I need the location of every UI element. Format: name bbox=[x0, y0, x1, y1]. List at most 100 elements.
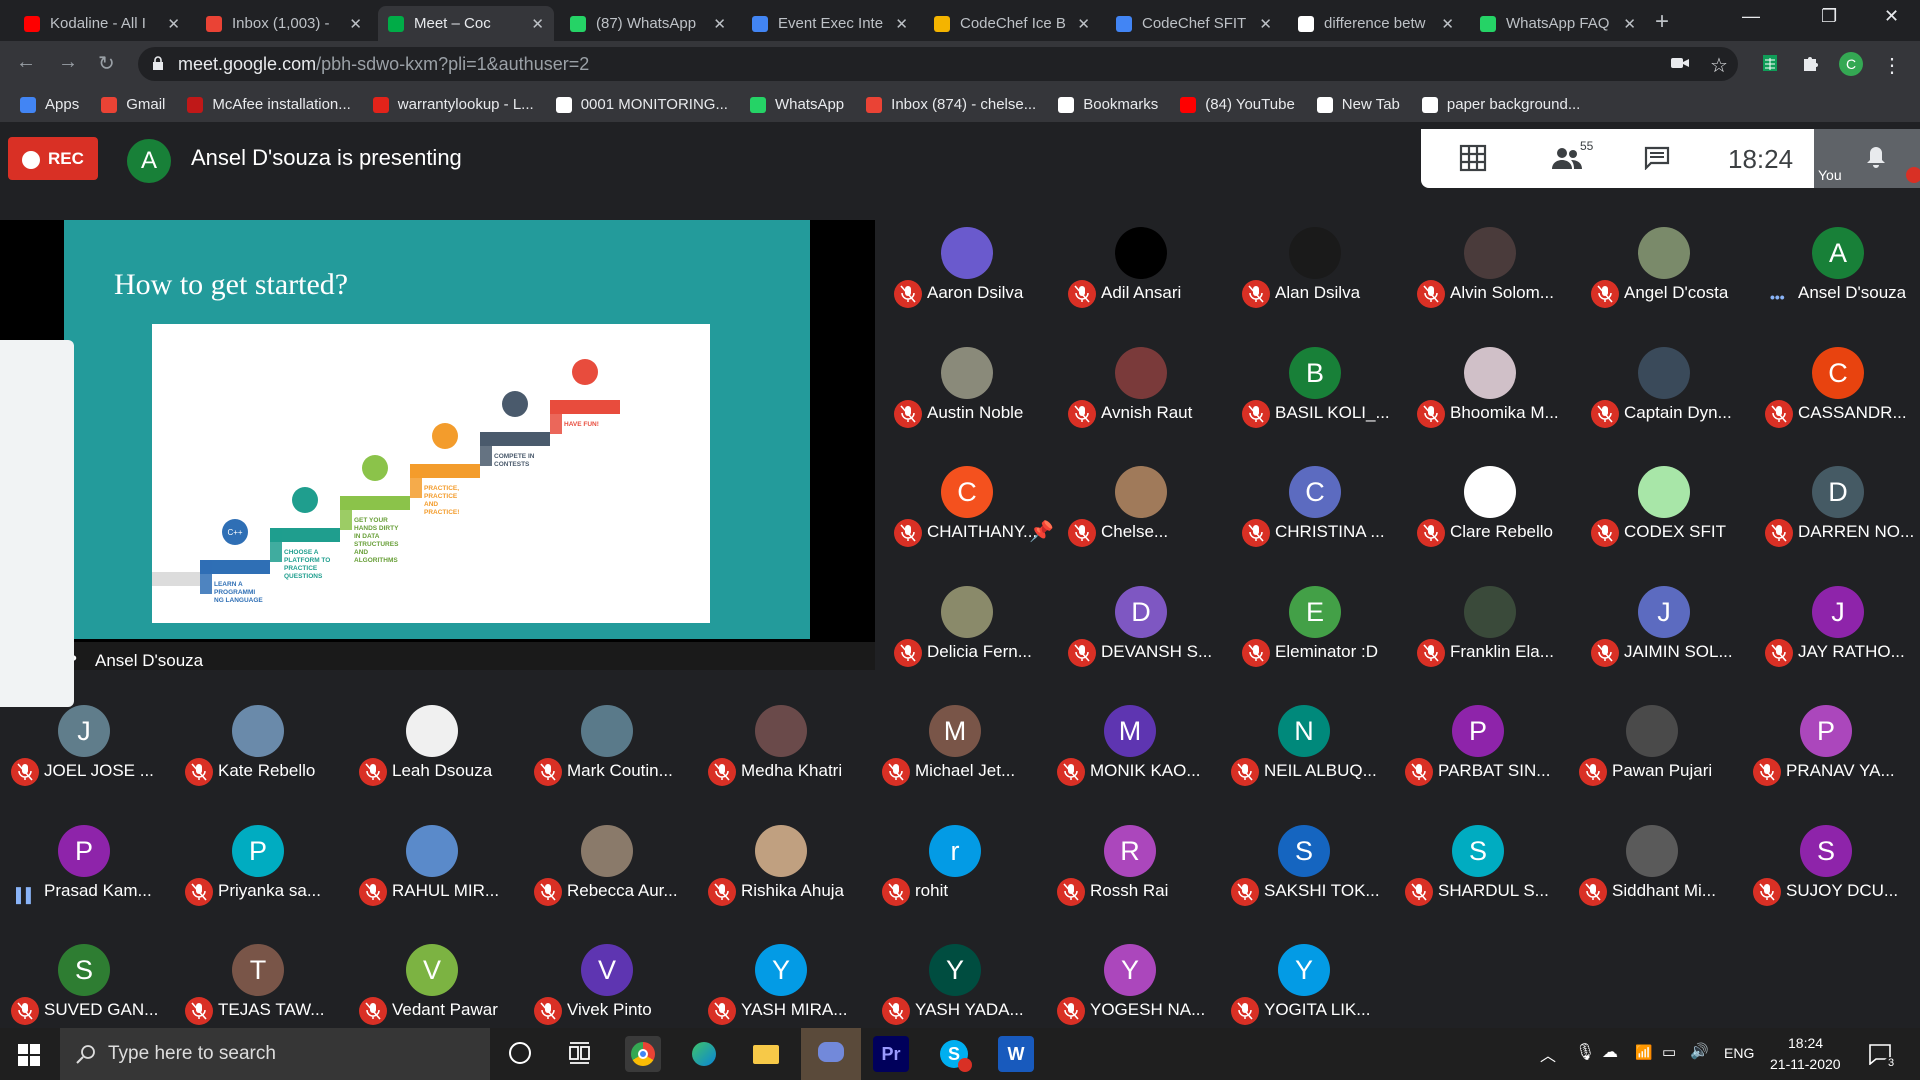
participant-tile[interactable]: Pawan Pujari bbox=[1568, 700, 1736, 808]
close-tab-icon[interactable]: ✕ bbox=[349, 15, 362, 33]
browser-tab[interactable]: CodeChef Ice B ✕ bbox=[924, 6, 1100, 41]
browser-tab[interactable]: Event Exec Inte ✕ bbox=[742, 6, 918, 41]
taskbar-date[interactable]: 21-11-2020 bbox=[1770, 1056, 1841, 1072]
participant-tile[interactable]: Rishika Ahuja bbox=[697, 820, 865, 928]
participant-tile[interactable]: Delicia Fern... bbox=[883, 581, 1051, 689]
premiere-taskbar-icon[interactable]: Pr bbox=[873, 1036, 909, 1072]
bookmark-item[interactable]: Apps bbox=[20, 96, 79, 113]
participant-tile[interactable]: J JAY RATHO... bbox=[1754, 581, 1920, 689]
close-tab-icon[interactable]: ✕ bbox=[895, 15, 908, 33]
presentation-tile[interactable]: How to get started? C++ LEARN A PROGRAMMI N… bbox=[0, 220, 875, 670]
bookmark-item[interactable]: McAfee installation... bbox=[187, 96, 351, 113]
task-view-icon[interactable] bbox=[568, 1042, 592, 1064]
close-tab-icon[interactable]: ✕ bbox=[531, 15, 544, 33]
bookmark-star-icon[interactable]: ☆ bbox=[1710, 53, 1730, 77]
profile-avatar[interactable]: C bbox=[1839, 52, 1863, 76]
participant-tile[interactable]: Mark Coutin... bbox=[523, 700, 691, 808]
participant-tile[interactable]: P ▌▌ Prasad Kam... bbox=[0, 820, 168, 928]
bookmark-item[interactable]: (84) YouTube bbox=[1180, 96, 1295, 113]
volume-icon[interactable]: 🔊 bbox=[1690, 1042, 1709, 1060]
sheets-extension-icon[interactable] bbox=[1760, 53, 1780, 73]
new-tab-button[interactable]: + bbox=[1655, 8, 1669, 36]
close-tab-icon[interactable]: ✕ bbox=[713, 15, 726, 33]
participant-tile[interactable]: N NEIL ALBUQ... bbox=[1220, 700, 1388, 808]
participant-tile[interactable]: Siddhant Mi... bbox=[1568, 820, 1736, 928]
participant-tile[interactable]: Leah Dsouza bbox=[348, 700, 516, 808]
participant-tile[interactable]: S SAKSHI TOK... bbox=[1220, 820, 1388, 928]
participant-tile[interactable]: C CHRISTINA ... bbox=[1231, 461, 1399, 569]
layout-grid-icon[interactable] bbox=[1459, 144, 1487, 172]
windows-start-icon[interactable] bbox=[18, 1044, 40, 1066]
close-tab-icon[interactable]: ✕ bbox=[1623, 15, 1636, 33]
wifi-icon[interactable]: 📶 bbox=[1635, 1044, 1652, 1061]
participant-tile[interactable]: Angel D'costa bbox=[1580, 222, 1748, 330]
extensions-puzzle-icon[interactable] bbox=[1800, 53, 1820, 73]
pin-icon[interactable]: 📌 bbox=[1029, 519, 1054, 544]
battery-icon[interactable]: ▭ bbox=[1662, 1043, 1676, 1061]
participant-tile[interactable]: J JAIMIN SOL... bbox=[1580, 581, 1748, 689]
participant-tile[interactable]: Adil Ansari bbox=[1057, 222, 1225, 330]
participant-tile[interactable]: B BASIL KOLI_... bbox=[1231, 342, 1399, 450]
close-window-button[interactable]: ✕ bbox=[1884, 6, 1899, 27]
bookmark-item[interactable]: New Tab bbox=[1316, 96, 1400, 113]
chat-icon[interactable] bbox=[1644, 146, 1670, 170]
browser-tab[interactable]: Kodaline - All I ✕ bbox=[14, 6, 190, 41]
mic-tray-icon[interactable]: 🎙 bbox=[1575, 1042, 1595, 1062]
minimize-button[interactable]: — bbox=[1742, 6, 1760, 27]
participant-tile[interactable]: P Priyanka sa... bbox=[174, 820, 342, 928]
language-indicator[interactable]: ENG bbox=[1724, 1045, 1754, 1061]
participant-tile[interactable]: Bhoomika M... bbox=[1406, 342, 1574, 450]
browser-tab[interactable]: difference betw ✕ bbox=[1288, 6, 1464, 41]
browser-tab[interactable]: WhatsApp FAQ ✕ bbox=[1470, 6, 1646, 41]
close-tab-icon[interactable]: ✕ bbox=[1259, 15, 1272, 33]
close-tab-icon[interactable]: ✕ bbox=[1441, 15, 1454, 33]
camera-blocked-icon[interactable] bbox=[1670, 53, 1690, 73]
participant-tile[interactable]: Captain Dyn... bbox=[1580, 342, 1748, 450]
maximize-button[interactable]: ❐ bbox=[1821, 6, 1837, 27]
participant-tile[interactable]: R Rossh Rai bbox=[1046, 820, 1214, 928]
bookmark-item[interactable]: WhatsApp bbox=[749, 96, 844, 113]
participant-tile[interactable]: S SHARDUL S... bbox=[1394, 820, 1562, 928]
participant-tile[interactable]: CODEX SFIT bbox=[1580, 461, 1748, 569]
bookmark-item[interactable]: warrantylookup - L... bbox=[372, 96, 534, 113]
participant-tile[interactable]: Rebecca Aur... bbox=[523, 820, 691, 928]
participant-tile[interactable]: C CHAITHANY... bbox=[883, 461, 1051, 569]
side-panel-collapsed[interactable] bbox=[0, 340, 74, 707]
browser-tab[interactable]: Meet – Coc ✕ bbox=[378, 6, 554, 41]
browser-tab[interactable]: CodeChef SFIT ✕ bbox=[1106, 6, 1282, 41]
onedrive-cloud-icon[interactable]: ☁ bbox=[1602, 1042, 1618, 1062]
bookmark-item[interactable]: 0001 MONITORING... bbox=[555, 96, 728, 113]
participant-tile[interactable]: Aaron Dsilva bbox=[883, 222, 1051, 330]
people-icon[interactable] bbox=[1551, 145, 1583, 171]
participant-tile[interactable]: Clare Rebello bbox=[1406, 461, 1574, 569]
bookmark-item[interactable]: Inbox (874) - chelse... bbox=[866, 96, 1036, 113]
participant-tile[interactable]: r rohit bbox=[871, 820, 1039, 928]
participant-tile[interactable]: Medha Khatri bbox=[697, 700, 865, 808]
cortana-icon[interactable] bbox=[509, 1042, 531, 1064]
participant-tile[interactable]: E Eleminator :D bbox=[1231, 581, 1399, 689]
back-button[interactable]: ← bbox=[16, 51, 36, 74]
browser-tab[interactable]: (87) WhatsApp ✕ bbox=[560, 6, 736, 41]
bookmark-item[interactable]: Gmail bbox=[101, 96, 165, 113]
forward-button[interactable]: → bbox=[58, 51, 78, 74]
close-tab-icon[interactable]: ✕ bbox=[167, 15, 180, 33]
bookmark-item[interactable]: paper background... bbox=[1421, 96, 1580, 113]
skype-taskbar-icon[interactable]: S bbox=[936, 1036, 972, 1072]
participant-tile[interactable]: Kate Rebello bbox=[174, 700, 342, 808]
file-explorer-taskbar-icon[interactable] bbox=[748, 1036, 784, 1072]
participant-tile[interactable]: 📌 Chelse... bbox=[1029, 461, 1225, 569]
participant-tile[interactable]: M MONIK KAO... bbox=[1046, 700, 1214, 808]
participant-tile[interactable]: J JOEL JOSE ... bbox=[0, 700, 168, 808]
participant-tile[interactable]: Avnish Raut bbox=[1057, 342, 1225, 450]
participant-tile[interactable]: Alvin Solom... bbox=[1406, 222, 1574, 330]
participant-tile[interactable]: RAHUL MIR... bbox=[348, 820, 516, 928]
taskbar-search[interactable]: Type here to search bbox=[60, 1028, 490, 1080]
menu-kebab-icon[interactable]: ⋮ bbox=[1882, 53, 1902, 77]
participant-tile[interactable]: C CASSANDR... bbox=[1754, 342, 1920, 450]
participant-tile[interactable]: P PRANAV YA... bbox=[1742, 700, 1910, 808]
word-taskbar-icon[interactable]: W bbox=[998, 1036, 1034, 1072]
discord-taskbar-icon[interactable] bbox=[801, 1028, 861, 1080]
participant-tile[interactable]: S SUJOY DCU... bbox=[1742, 820, 1910, 928]
participant-tile[interactable]: Alan Dsilva bbox=[1231, 222, 1399, 330]
browser-tab[interactable]: Inbox (1,003) - ✕ bbox=[196, 6, 372, 41]
